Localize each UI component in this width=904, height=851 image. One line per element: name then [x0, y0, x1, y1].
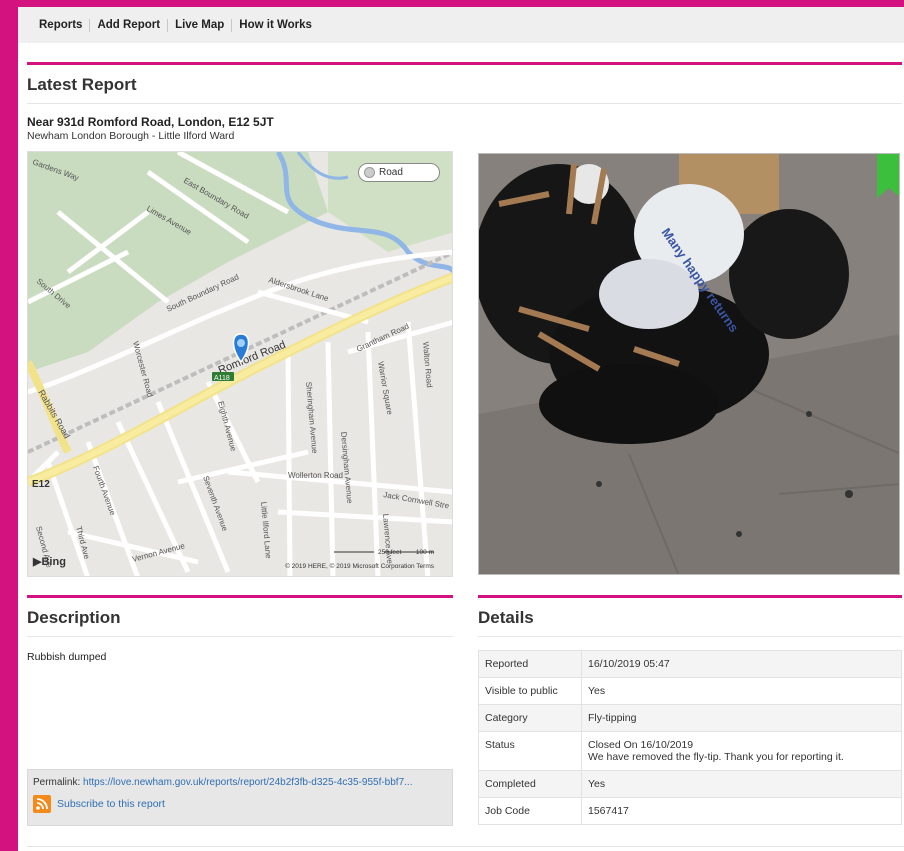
detail-value: 16/10/2019 05:47: [581, 650, 902, 678]
table-row: Category Fly-tipping: [478, 704, 902, 732]
description-heading: Description: [27, 598, 453, 637]
nav-how-it-works[interactable]: How it Works: [232, 19, 319, 31]
table-row: Job Code 1567417: [478, 797, 902, 825]
latest-report-section: Latest Report Near 931d Romford Road, Lo…: [27, 62, 902, 142]
description-text: Rubbish dumped: [27, 651, 107, 663]
details-section: Details Reported 16/10/2019 05:47 Visibl…: [478, 595, 902, 825]
details-table: Reported 16/10/2019 05:47 Visible to pub…: [478, 650, 902, 825]
nav-add-report[interactable]: Add Report: [90, 19, 167, 31]
top-nav: Reports Add Report Live Map How it Works: [18, 7, 904, 43]
subscribe-row: Subscribe to this report: [33, 795, 452, 813]
map-road-shield: A118: [214, 375, 230, 382]
detail-key: Job Code: [478, 797, 582, 825]
road-style-icon: [364, 167, 375, 178]
bing-label: Bing: [41, 556, 66, 568]
page: Reports Add Report Live Map How it Works…: [18, 7, 904, 851]
report-map[interactable]: Gardens Way East Boundary Road Limes Ave…: [27, 151, 453, 577]
table-row: Reported 16/10/2019 05:47: [478, 650, 902, 678]
permalink-row: Permalink: https://love.newham.gov.uk/re…: [33, 777, 452, 788]
status-closed: Closed On 16/10/2019: [588, 739, 694, 751]
detail-key: Status: [478, 731, 582, 771]
map-copyright: © 2019 HERE, © 2019 Microsoft Corporatio…: [285, 563, 434, 570]
scale-feet: 250 feet: [377, 549, 402, 556]
map-style-label: Road: [379, 167, 403, 178]
bottom-divider: [27, 846, 904, 847]
map-style-toggle[interactable]: Road: [358, 163, 440, 182]
map-canvas[interactable]: Gardens Way East Boundary Road Limes Ave…: [28, 152, 453, 577]
permalink-box: Permalink: https://love.newham.gov.uk/re…: [27, 769, 453, 826]
detail-value: Yes: [581, 770, 902, 798]
page-title: Latest Report: [27, 65, 902, 104]
map-label: E12: [32, 479, 50, 490]
description-section: Description Rubbish dumped: [27, 595, 453, 663]
report-photo[interactable]: Many happy returns: [478, 153, 900, 575]
table-row: Status Closed On 16/10/2019 We have remo…: [478, 731, 902, 771]
table-row: Visible to public Yes: [478, 677, 902, 705]
permalink-link[interactable]: https://love.newham.gov.uk/reports/repor…: [83, 777, 412, 788]
detail-value: Fly-tipping: [581, 704, 902, 732]
details-heading: Details: [478, 598, 902, 637]
detail-value: Yes: [581, 677, 902, 705]
rss-icon[interactable]: [33, 795, 51, 813]
detail-key: Completed: [478, 770, 582, 798]
bing-logo: ▶Bing: [33, 555, 66, 568]
nav-live-map[interactable]: Live Map: [168, 19, 231, 31]
report-address: Near 931d Romford Road, London, E12 5JT: [27, 115, 274, 129]
scale-meters: 100 m: [415, 549, 434, 556]
table-row: Completed Yes: [478, 770, 902, 798]
detail-value: 1567417: [581, 797, 902, 825]
detail-value: Closed On 16/10/2019 We have removed the…: [581, 731, 902, 771]
map-label: Wollerton Road: [288, 471, 343, 480]
status-note: We have removed the fly-tip. Thank you f…: [588, 751, 844, 763]
detail-key: Category: [478, 704, 582, 732]
subscribe-link[interactable]: Subscribe to this report: [57, 798, 165, 810]
report-photo-image: Many happy returns: [479, 154, 899, 574]
nav-reports[interactable]: Reports: [32, 19, 89, 31]
report-ward: Newham London Borough - Little Ilford Wa…: [27, 130, 235, 142]
detail-key: Reported: [478, 650, 582, 678]
map-scale: 250 feet 100 m: [378, 549, 434, 556]
permalink-label: Permalink:: [33, 777, 84, 788]
detail-key: Visible to public: [478, 677, 582, 705]
